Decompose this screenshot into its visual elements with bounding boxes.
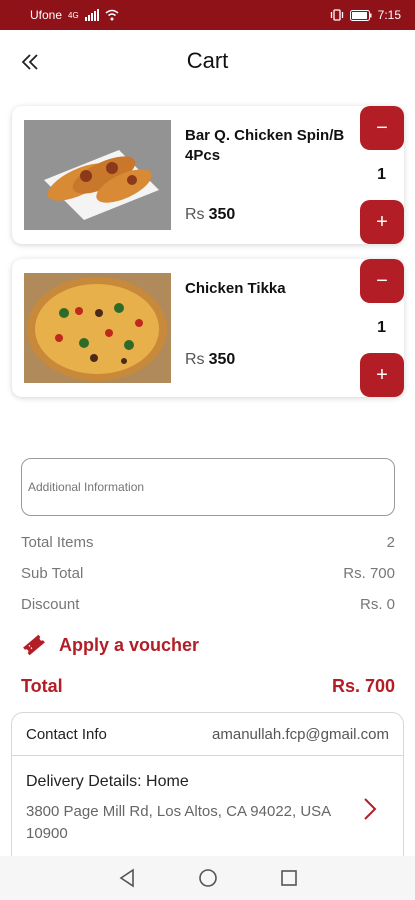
contact-email: amanullah.fcp@gmail.com <box>212 725 389 743</box>
clock: 7:15 <box>377 8 401 22</box>
delivery-details-title: Delivery Details: Home <box>26 773 189 790</box>
product-image-chicken-tikka <box>24 273 171 383</box>
square-recents-icon <box>280 870 297 886</box>
additional-information-input[interactable] <box>21 458 395 516</box>
nav-home-button[interactable] <box>198 868 218 888</box>
increase-quantity-button[interactable]: + <box>360 353 404 397</box>
discount-label: Discount <box>21 596 80 613</box>
cart-item: Chicken Tikka Rs 350 − 1 + <box>12 259 404 397</box>
circle-home-icon <box>198 869 217 887</box>
contact-info-label: Contact Info <box>26 725 107 743</box>
sub-total-row: Sub Total Rs. 700 <box>21 565 395 582</box>
product-name: Chicken Tikka <box>185 280 286 297</box>
price-currency: Rs <box>185 351 205 368</box>
delivery-details-button[interactable] <box>363 797 377 826</box>
total-items-label: Total Items <box>21 534 94 551</box>
quantity-value: 1 <box>377 166 386 183</box>
discount-row: Discount Rs. 0 <box>21 596 395 613</box>
sub-total-label: Sub Total <box>21 565 84 582</box>
apply-voucher-button[interactable]: Apply a voucher <box>21 632 199 658</box>
battery-icon <box>349 9 372 21</box>
total-row: Total Rs. 700 <box>21 676 395 697</box>
product-name: Bar Q. Chicken Spin/B 4Pcs <box>185 127 345 164</box>
triangle-back-icon <box>119 868 134 888</box>
voucher-label: Apply a voucher <box>59 634 200 655</box>
product-price: Rs 350 <box>185 206 235 224</box>
price-currency: Rs <box>185 206 205 223</box>
contact-delivery-card: Contact Info amanullah.fcp@gmail.com Del… <box>11 712 404 872</box>
sub-total-value: Rs. 700 <box>343 565 395 582</box>
nav-recents-button[interactable] <box>280 869 298 887</box>
total-items-row: Total Items 2 <box>21 534 395 551</box>
network-type: 4G <box>68 10 79 20</box>
status-right: 7:15 <box>330 8 401 22</box>
increase-quantity-button[interactable]: + <box>360 200 404 244</box>
wifi-icon <box>105 9 119 21</box>
cart-item: Bar Q. Chicken Spin/B 4Pcs Rs 350 − 1 + <box>12 106 404 244</box>
carrier-name: Ufone <box>30 8 63 22</box>
discount-value: Rs. 0 <box>359 596 395 613</box>
chevron-right-icon <box>364 798 377 820</box>
price-amount: 350 <box>208 351 236 368</box>
total-items-value: 2 <box>386 534 395 551</box>
decrease-quantity-button[interactable]: − <box>360 259 404 303</box>
app-header: Cart <box>0 30 415 94</box>
contact-info-row[interactable]: Contact Info amanullah.fcp@gmail.com <box>12 713 403 756</box>
product-image-chicken-spin <box>24 120 171 230</box>
voucher-ticket-icon <box>23 634 45 656</box>
total-label: Total <box>21 676 63 696</box>
status-left: Ufone 4G <box>30 8 119 22</box>
total-value: Rs. 700 <box>331 676 395 696</box>
nav-back-button[interactable] <box>118 868 136 888</box>
decrease-quantity-button[interactable]: − <box>360 106 404 150</box>
vibrate-icon <box>330 9 343 21</box>
price-amount: 350 <box>208 206 236 223</box>
delivery-address: 3800 Page Mill Rd, Los Altos, CA 94022, … <box>26 803 331 842</box>
quantity-value: 1 <box>377 319 386 336</box>
product-price: Rs 350 <box>185 351 235 369</box>
status-bar: Ufone 4G 7:15 <box>0 0 415 30</box>
page-title: Cart <box>186 48 229 73</box>
system-navigation-bar <box>0 856 415 900</box>
signal-icon <box>84 9 99 21</box>
